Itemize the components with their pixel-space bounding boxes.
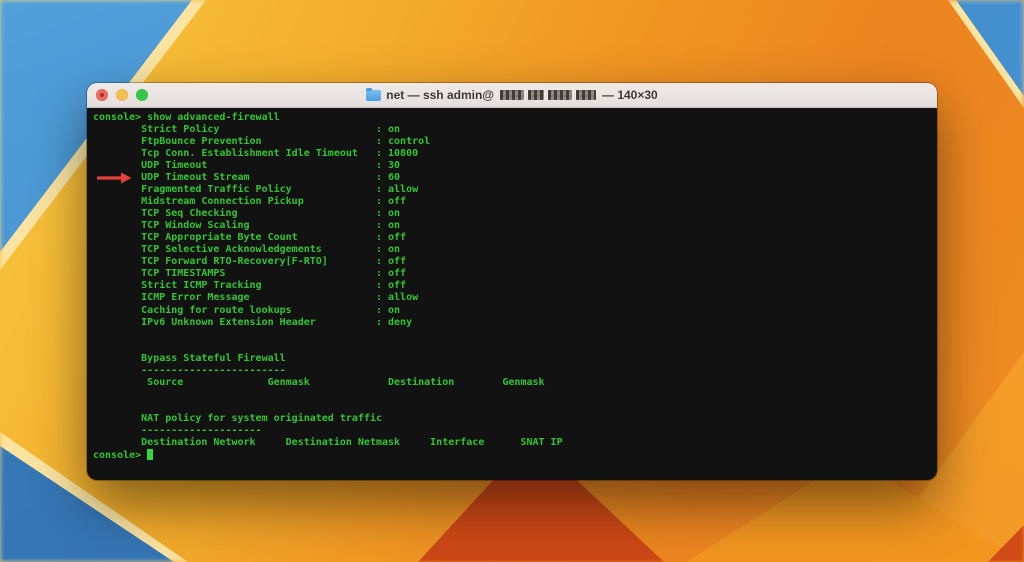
- window-title-prefix: net — ssh admin@: [386, 88, 494, 102]
- window-titlebar[interactable]: net — ssh admin@ — 140×30: [87, 83, 937, 108]
- terminal-output: console> show advanced-firewall Strict P…: [93, 112, 931, 449]
- terminal-prompt: console>: [93, 450, 147, 461]
- desktop-wallpaper: net — ssh admin@ — 140×30 console> show …: [0, 0, 1024, 562]
- window-title-suffix: — 140×30: [602, 88, 658, 102]
- terminal-window: net — ssh admin@ — 140×30 console> show …: [87, 83, 937, 480]
- terminal-screen[interactable]: console> show advanced-firewall Strict P…: [87, 108, 937, 480]
- terminal-prompt-line: console>: [93, 449, 931, 462]
- window-title: net — ssh admin@ — 140×30: [87, 83, 937, 107]
- redacted-host: [500, 90, 596, 100]
- annotation-arrow-icon: [96, 172, 132, 184]
- proxy-folder-icon[interactable]: [366, 90, 381, 101]
- terminal-cursor: [147, 449, 153, 460]
